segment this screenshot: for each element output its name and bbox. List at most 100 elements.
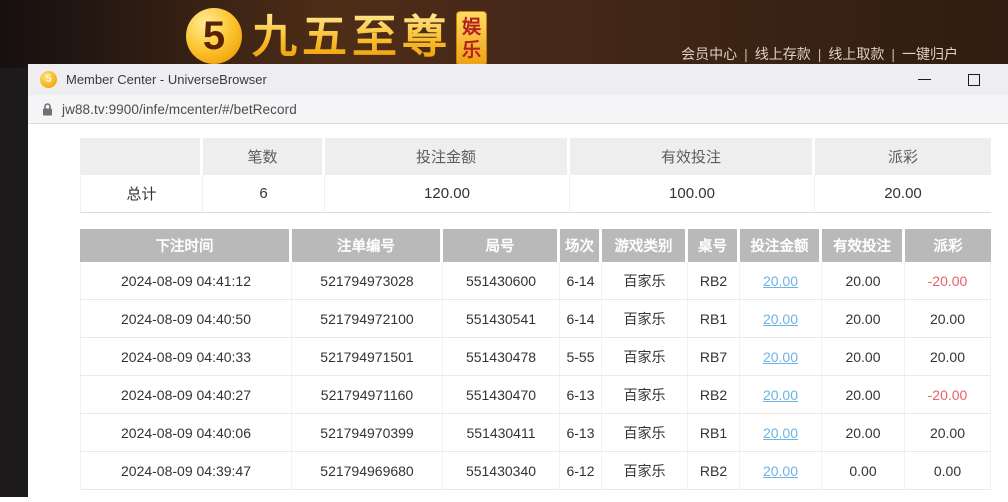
logo-circle-icon: 5 [186, 8, 242, 64]
cell-game-type: 百家乐 [602, 452, 688, 490]
cell-bet-time: 2024-08-09 04:40:06 [80, 414, 292, 452]
col-bet-time: 下注时间 [80, 229, 292, 262]
bet-amount-link[interactable]: 20.00 [763, 273, 798, 289]
nav-separator: | [891, 46, 895, 62]
nav-link-2[interactable]: 线上取款 [828, 46, 884, 62]
summary-total-payout: 20.00 [815, 175, 991, 213]
cell-bet-time: 2024-08-09 04:40:50 [80, 300, 292, 338]
bet-amount-link[interactable]: 20.00 [763, 311, 798, 327]
lock-icon[interactable] [42, 103, 53, 116]
bet-records-body: 2024-08-09 04:41:12521794973028551430600… [80, 262, 991, 490]
maximize-button[interactable] [968, 74, 980, 86]
logo-mark: 5 [203, 16, 225, 56]
bet-amount-link[interactable]: 20.00 [763, 387, 798, 403]
cell-payout: 0.00 [905, 452, 991, 490]
nav-separator: | [818, 46, 822, 62]
bet-amount-link[interactable]: 20.00 [763, 349, 798, 365]
nav-link-0[interactable]: 会员中心 [681, 46, 737, 62]
site-header: 5 九五至尊 娱 乐 会员中心 | 线上存款 | 线上取款 | 一键归户 [0, 0, 1008, 68]
nav-link-1[interactable]: 线上存款 [755, 46, 811, 62]
logo-badge-char: 乐 [462, 39, 481, 62]
col-game-type: 游戏类别 [602, 229, 688, 262]
cell-bet-amount: 20.00 [740, 338, 822, 376]
bet-records-header: 下注时间 注单编号 局号 场次 游戏类别 桌号 投注金额 有效投注 派彩 [80, 229, 991, 262]
summary-header-bet-amount: 投注金额 [325, 138, 570, 175]
col-valid-bet: 有效投注 [822, 229, 905, 262]
cell-valid-bet: 20.00 [822, 300, 905, 338]
cell-payout: -20.00 [905, 376, 991, 414]
cell-bet-time: 2024-08-09 04:39:47 [80, 452, 292, 490]
bet-records-table: 下注时间 注单编号 局号 场次 游戏类别 桌号 投注金额 有效投注 派彩 202… [80, 229, 991, 490]
window-title: Member Center - UniverseBrowser [66, 72, 267, 87]
summary-total-label: 总计 [80, 175, 203, 213]
page-content: 笔数 投注金额 有效投注 派彩 总计 6 120.00 100.00 20.00… [28, 124, 1008, 502]
cell-round-number: 551430600 [443, 262, 560, 300]
cell-order-number: 521794969680 [292, 452, 443, 490]
cell-round-number: 551430541 [443, 300, 560, 338]
cell-bet-amount: 20.00 [740, 414, 822, 452]
cell-valid-bet: 0.00 [822, 452, 905, 490]
cell-game-type: 百家乐 [602, 414, 688, 452]
cell-round-number: 551430478 [443, 338, 560, 376]
summary-total-bet-amount: 120.00 [325, 175, 570, 213]
cell-bet-amount: 20.00 [740, 452, 822, 490]
cell-table-number: RB1 [688, 414, 740, 452]
cell-valid-bet: 20.00 [822, 262, 905, 300]
cell-session: 6-14 [560, 262, 602, 300]
cell-table-number: RB2 [688, 452, 740, 490]
cell-order-number: 521794970399 [292, 414, 443, 452]
cell-payout: -20.00 [905, 262, 991, 300]
cell-round-number: 551430340 [443, 452, 560, 490]
cell-session: 6-14 [560, 300, 602, 338]
summary-header-empty [80, 138, 203, 175]
minimize-button[interactable] [918, 79, 931, 80]
cell-table-number: RB2 [688, 376, 740, 414]
table-row: 2024-08-09 04:41:12521794973028551430600… [80, 262, 991, 300]
browser-address-bar[interactable]: jw88.tv:9900/infe/mcenter/#/betRecord [28, 95, 1008, 124]
browser-titlebar[interactable]: 5 Member Center - UniverseBrowser [28, 64, 1008, 95]
url-text[interactable]: jw88.tv:9900/infe/mcenter/#/betRecord [62, 102, 297, 117]
cell-order-number: 521794971160 [292, 376, 443, 414]
screen: 5 九五至尊 娱 乐 会员中心 | 线上存款 | 线上取款 | 一键归户 5 Member … [0, 0, 1008, 502]
logo-brand-text: 九五至尊 [252, 8, 452, 66]
bet-amount-link[interactable]: 20.00 [763, 425, 798, 441]
site-nav: 会员中心 | 线上存款 | 线上取款 | 一键归户 [676, 44, 963, 64]
cell-valid-bet: 20.00 [822, 414, 905, 452]
summary-total-valid-bet: 100.00 [570, 175, 815, 213]
browser-favicon-icon: 5 [40, 71, 57, 88]
summary-header-count: 笔数 [203, 138, 325, 175]
cell-payout: 20.00 [905, 414, 991, 452]
cell-bet-time: 2024-08-09 04:41:12 [80, 262, 292, 300]
site-logo: 5 九五至尊 娱 乐 [186, 8, 487, 66]
browser-window: 5 Member Center - UniverseBrowser jw88.t… [28, 64, 1008, 502]
col-session: 场次 [560, 229, 602, 262]
logo-badge: 娱 乐 [456, 11, 487, 66]
bet-amount-link[interactable]: 20.00 [763, 463, 798, 479]
nav-separator: | [744, 46, 748, 62]
cell-session: 5-55 [560, 338, 602, 376]
col-round-number: 局号 [443, 229, 560, 262]
cell-payout: 20.00 [905, 300, 991, 338]
cell-valid-bet: 20.00 [822, 376, 905, 414]
cell-session: 6-13 [560, 376, 602, 414]
nav-link-3[interactable]: 一键归户 [902, 46, 958, 62]
table-row: 2024-08-09 04:39:47521794969680551430340… [80, 452, 991, 490]
cell-bet-amount: 20.00 [740, 262, 822, 300]
col-order-number: 注单编号 [292, 229, 443, 262]
cell-game-type: 百家乐 [602, 300, 688, 338]
cell-session: 6-12 [560, 452, 602, 490]
cell-order-number: 521794971501 [292, 338, 443, 376]
logo-badge-char: 娱 [462, 16, 481, 39]
cell-order-number: 521794973028 [292, 262, 443, 300]
cell-round-number: 551430411 [443, 414, 560, 452]
table-row: 2024-08-09 04:40:33521794971501551430478… [80, 338, 991, 376]
cell-payout: 20.00 [905, 338, 991, 376]
cell-order-number: 521794972100 [292, 300, 443, 338]
cell-game-type: 百家乐 [602, 262, 688, 300]
cell-table-number: RB2 [688, 262, 740, 300]
cell-session: 6-13 [560, 414, 602, 452]
table-row: 2024-08-09 04:40:50521794972100551430541… [80, 300, 991, 338]
summary-header-valid-bet: 有效投注 [570, 138, 815, 175]
col-table-number: 桌号 [688, 229, 740, 262]
cell-game-type: 百家乐 [602, 338, 688, 376]
